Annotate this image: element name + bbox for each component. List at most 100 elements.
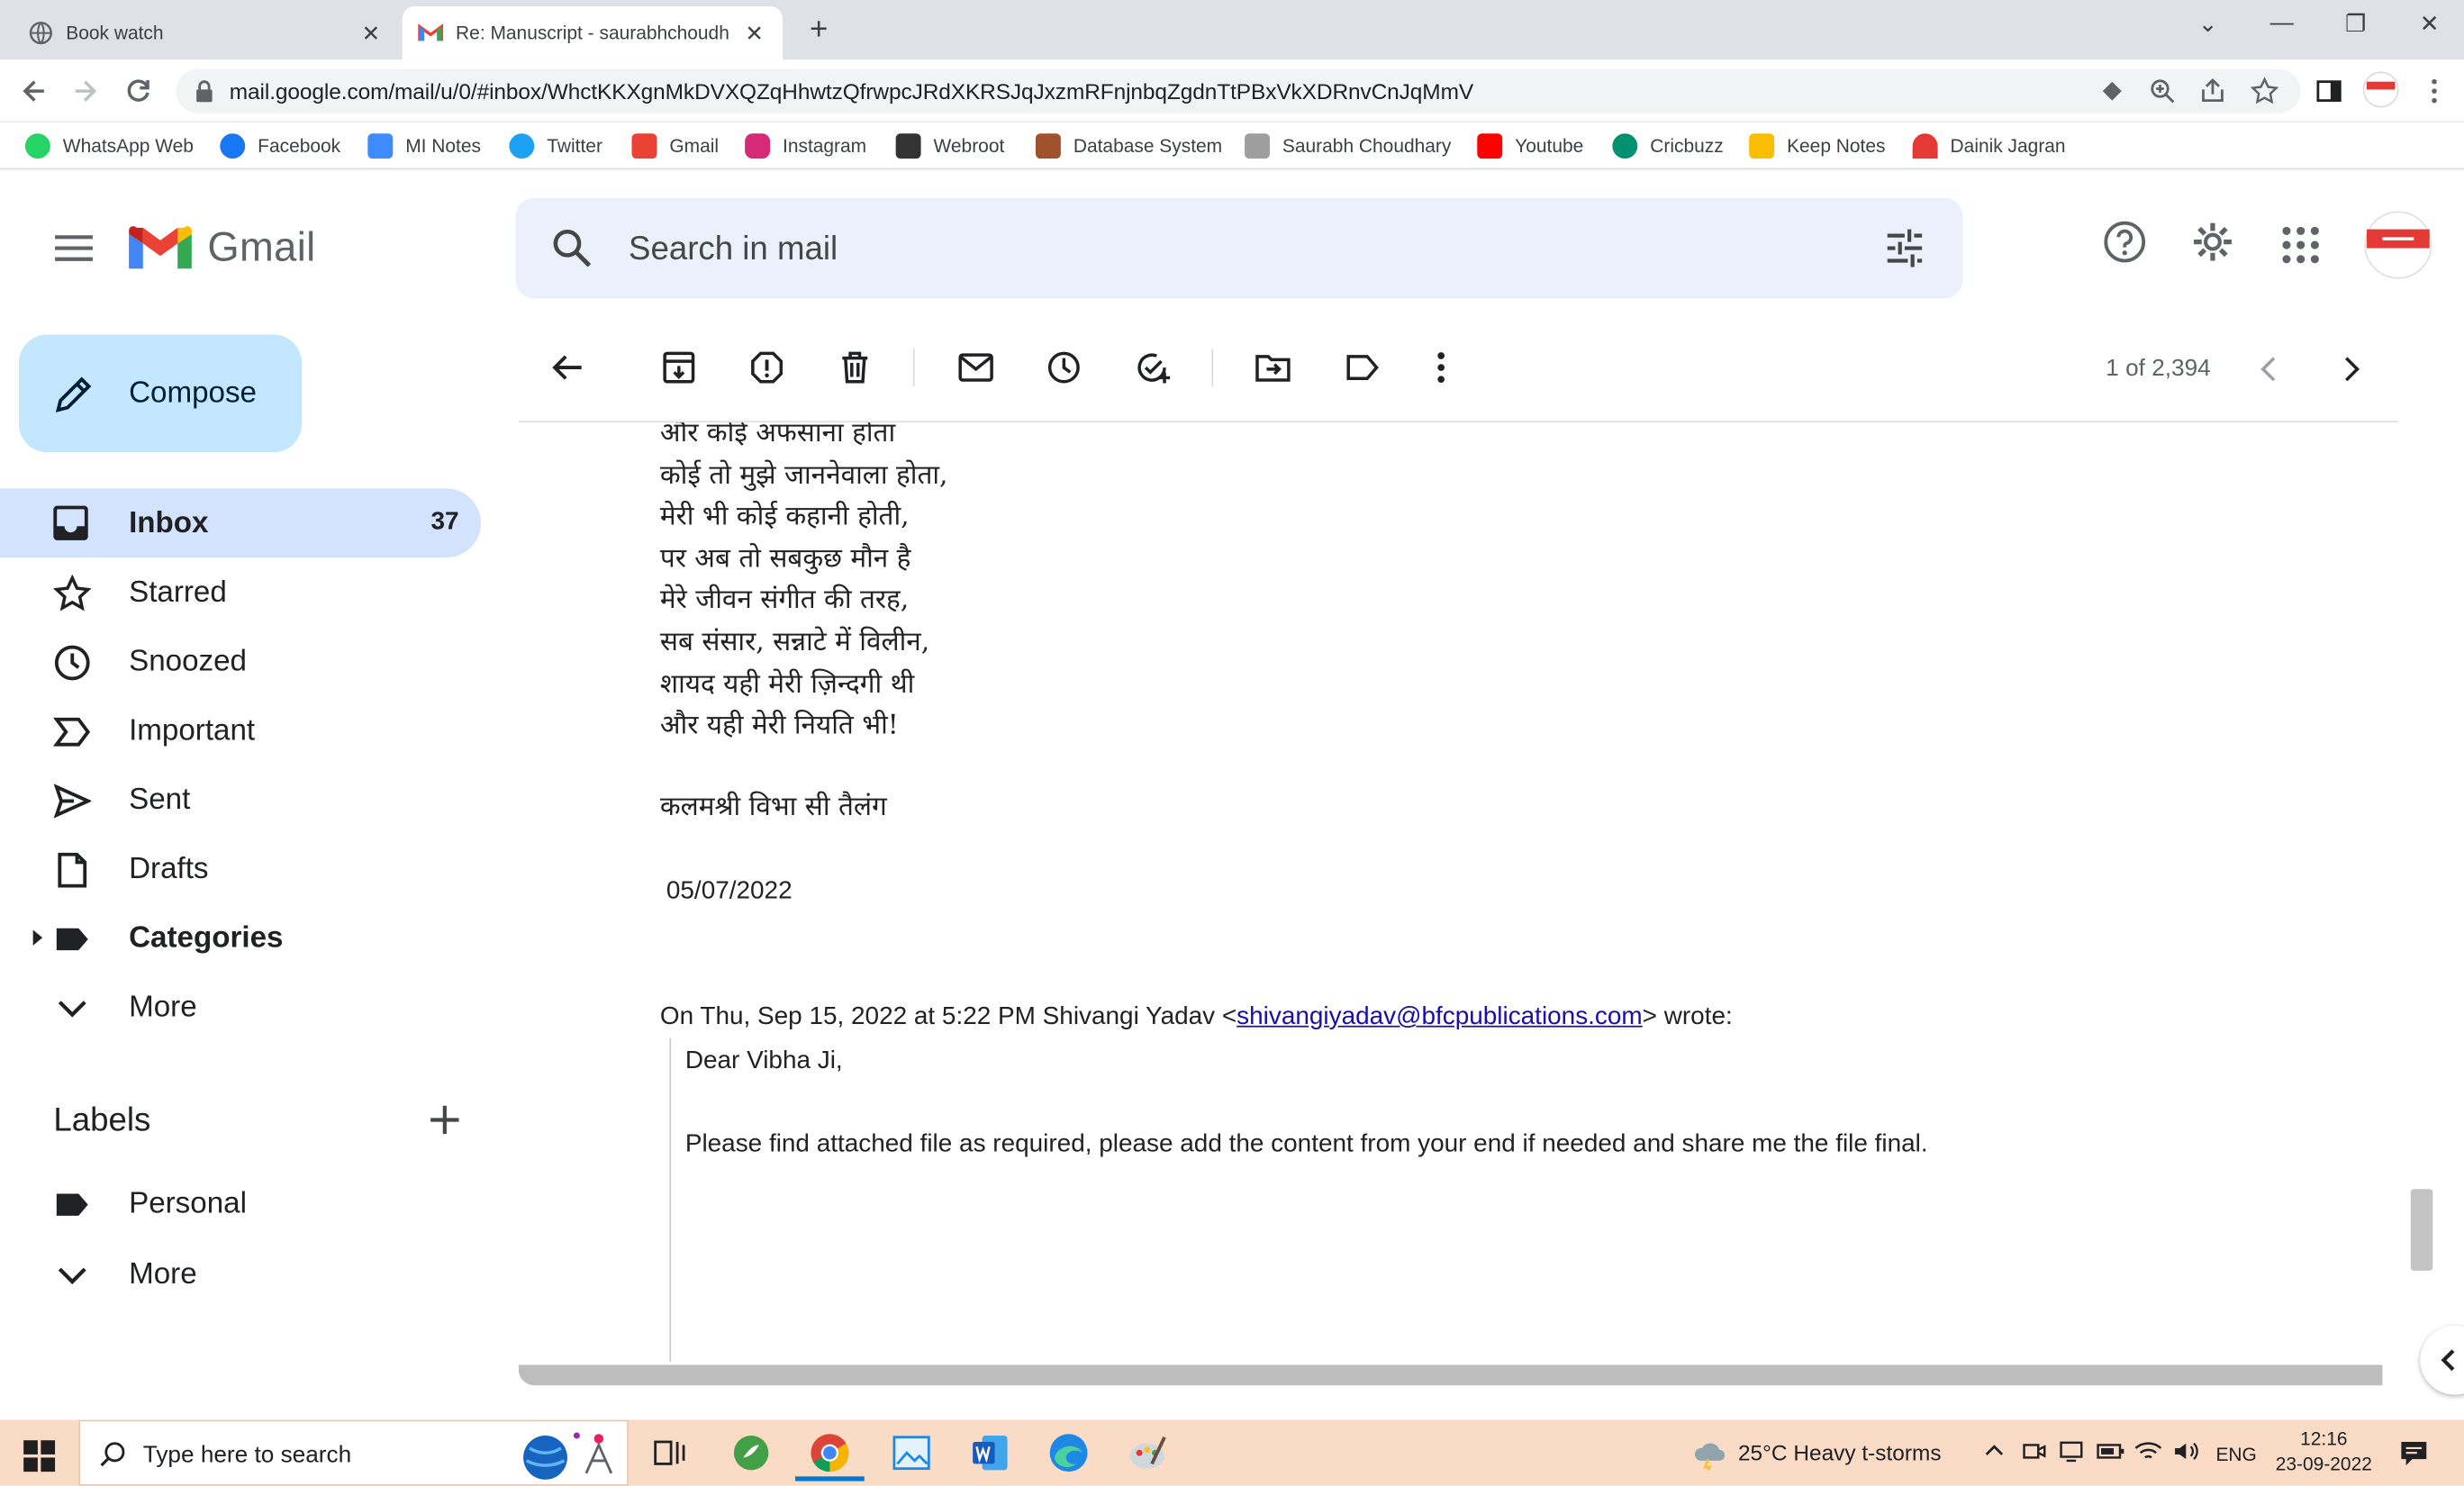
compose-label: Compose — [129, 376, 258, 411]
word-icon[interactable] — [970, 1433, 1010, 1473]
expand-arrow-icon[interactable] — [32, 929, 44, 947]
bookmark-mi-notes[interactable]: MI Notes — [367, 133, 481, 159]
extension-icon[interactable] — [2098, 77, 2126, 104]
bookmark-dainik-jagran[interactable]: Dainik Jagran — [1912, 133, 2066, 159]
keep-icon — [1749, 133, 1775, 159]
bookmark-cricbuzz[interactable]: Cricbuzz — [1612, 133, 1724, 159]
nav-snoozed[interactable]: Snoozed — [0, 627, 481, 696]
lock-icon[interactable] — [195, 80, 213, 103]
report-spam-icon[interactable] — [749, 350, 784, 385]
bookmark-keep-notes[interactable]: Keep Notes — [1749, 133, 1886, 159]
zoom-icon[interactable] — [2148, 77, 2176, 104]
nav-sent[interactable]: Sent — [0, 765, 481, 834]
profile-avatar[interactable] — [2362, 70, 2400, 108]
nav-more[interactable]: More — [0, 973, 481, 1042]
vertical-scrollbar-thumb[interactable] — [2410, 1189, 2433, 1271]
input-language[interactable]: ENG — [2215, 1444, 2256, 1465]
nav-important[interactable]: Important — [0, 696, 481, 766]
main-menu-icon[interactable] — [53, 231, 94, 265]
bookmark-facebook[interactable]: Facebook — [220, 133, 340, 159]
label-personal[interactable]: Personal — [0, 1169, 481, 1238]
tab-search-icon[interactable]: ⌄ — [2185, 9, 2232, 38]
taskbar-clock[interactable]: 12:16 23-09-2022 — [2276, 1427, 2372, 1477]
search-highlight-icon[interactable] — [514, 1427, 624, 1483]
bookmark-youtube[interactable]: Youtube — [1477, 133, 1583, 159]
labels-icon[interactable] — [1344, 350, 1381, 385]
side-panel-toggle[interactable] — [2420, 1325, 2464, 1395]
poem-line: सब संसार, सन्नाटे में विलीन, — [659, 626, 930, 658]
weather-widget[interactable]: 25°C Heavy t-storms — [1691, 1439, 1942, 1471]
kebab-menu-icon[interactable] — [2420, 77, 2448, 104]
archive-icon[interactable] — [662, 350, 696, 385]
window-close-button[interactable]: ✕ — [2406, 9, 2453, 38]
evernote-like-app-icon[interactable] — [730, 1433, 771, 1473]
nav-categories[interactable]: Categories — [0, 903, 481, 973]
new-tab-button[interactable]: + — [802, 13, 836, 47]
delete-icon[interactable] — [838, 350, 872, 385]
move-to-icon[interactable] — [1255, 350, 1292, 385]
back-to-inbox-icon[interactable] — [550, 350, 584, 385]
nav-inbox[interactable]: Inbox 37 — [0, 488, 481, 558]
bookmark-star-icon[interactable] — [2250, 77, 2279, 104]
search-icon[interactable] — [550, 226, 594, 270]
search-options-icon[interactable] — [1883, 226, 1927, 270]
bookmark-whatsapp[interactable]: WhatsApp Web — [24, 133, 194, 159]
older-chevron-icon[interactable] — [2335, 353, 2367, 385]
bookmark-database-system[interactable]: Database System — [1035, 133, 1222, 159]
volume-icon[interactable] — [2172, 1439, 2200, 1464]
nav-drafts[interactable]: Drafts — [0, 834, 481, 903]
bookmark-gmail[interactable]: Gmail — [631, 133, 719, 159]
meet-now-icon[interactable] — [2021, 1439, 2046, 1464]
display-icon[interactable] — [2059, 1439, 2084, 1464]
gmail-logo[interactable]: Gmail — [129, 223, 315, 272]
add-label-icon[interactable] — [428, 1102, 462, 1137]
back-arrow-icon[interactable] — [19, 76, 50, 107]
task-view-icon[interactable] — [649, 1433, 690, 1473]
windows-start-icon[interactable] — [22, 1439, 56, 1473]
tray-overflow-icon[interactable] — [1983, 1439, 2005, 1461]
compose-button[interactable]: Compose — [18, 334, 303, 453]
settings-gear-icon[interactable] — [2191, 220, 2235, 264]
apps-grid-icon[interactable] — [2282, 226, 2320, 264]
support-icon[interactable] — [2103, 220, 2147, 264]
share-icon[interactable] — [2198, 77, 2226, 104]
bookmark-webroot[interactable]: Webroot — [895, 133, 1004, 159]
nav-starred[interactable]: Starred — [0, 557, 481, 627]
tab-close-icon[interactable]: ✕ — [742, 20, 767, 47]
side-panel-icon[interactable] — [2315, 77, 2342, 104]
mark-unread-icon[interactable] — [957, 350, 995, 385]
nav-label: More — [129, 991, 197, 1025]
battery-icon[interactable] — [2097, 1439, 2124, 1464]
chrome-icon[interactable] — [810, 1433, 850, 1473]
horizontal-scrollbar[interactable] — [518, 1364, 2383, 1386]
search-input[interactable]: Search in mail — [629, 231, 838, 268]
bookmark-twitter[interactable]: Twitter — [509, 133, 602, 159]
omnibox[interactable]: mail.google.com/mail/u/0/#inbox/WhctKKXg… — [176, 68, 2301, 113]
tab-book-watch[interactable]: Book watch ✕ — [13, 6, 399, 59]
forward-arrow-icon[interactable] — [69, 76, 101, 107]
paint-icon[interactable] — [1127, 1433, 1167, 1473]
account-avatar[interactable] — [2363, 211, 2432, 280]
taskbar-search-input[interactable]: Type here to search — [143, 1442, 351, 1469]
taskbar-search-box[interactable]: Type here to search — [78, 1419, 629, 1486]
tab-close-icon[interactable]: ✕ — [358, 20, 384, 47]
wifi-icon[interactable] — [2134, 1439, 2162, 1464]
add-to-tasks-icon[interactable] — [1135, 350, 1173, 385]
sender-email-link[interactable]: shivangiyadav@bfcpublications.com — [1237, 1003, 1642, 1030]
reload-icon[interactable] — [122, 76, 154, 107]
bookmark-instagram[interactable]: Instagram — [745, 133, 866, 159]
photos-app-icon[interactable] — [891, 1433, 931, 1473]
toolbar-divider — [1211, 349, 1214, 387]
snooze-clock-icon[interactable] — [1046, 350, 1081, 385]
chevron-down-icon — [53, 990, 91, 1028]
tab-manuscript[interactable]: Re: Manuscript - saurabhchoudh ✕ — [402, 5, 784, 60]
restore-button[interactable]: ❐ — [2333, 9, 2379, 38]
labels-more[interactable]: More — [0, 1239, 481, 1309]
more-options-icon[interactable] — [1426, 350, 1457, 385]
minimize-button[interactable]: — — [2259, 9, 2305, 36]
bookmark-saurabh-choudhary[interactable]: Saurabh Choudhary — [1245, 133, 1451, 159]
edge-icon[interactable] — [1048, 1433, 1089, 1473]
newer-chevron-icon[interactable] — [2253, 353, 2285, 385]
notification-icon[interactable] — [2398, 1439, 2430, 1467]
search-bar[interactable]: Search in mail — [515, 197, 1963, 299]
